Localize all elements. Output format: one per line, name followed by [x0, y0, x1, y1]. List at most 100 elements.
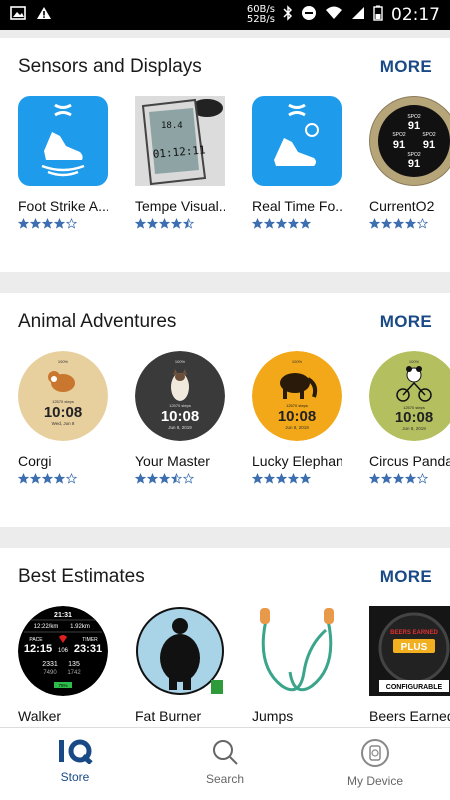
star-icon: [171, 218, 182, 229]
app-thumbnail: SPO2 91 SPO2 SPO2 91 91 SPO2 91: [369, 96, 450, 186]
star-icon: [135, 218, 146, 229]
battery-text: 100%: [409, 359, 420, 364]
star-icon: [66, 473, 77, 484]
app-name: Walker: [18, 708, 62, 724]
star-icon: [381, 218, 392, 229]
fat-burner-icon: [136, 607, 224, 695]
app-name: Corgi: [18, 453, 52, 469]
star-icon: [42, 218, 53, 229]
spo2-value: 91: [408, 120, 420, 132]
more-button[interactable]: MORE: [380, 312, 432, 332]
status-bar: 60B/s 52B/s 02:17: [0, 0, 450, 30]
app-card[interactable]: Real Time Fo...: [252, 96, 342, 229]
tab-my-device[interactable]: My Device: [300, 728, 450, 800]
walker-pace: 12:22/km: [34, 624, 59, 630]
rating-stars: [369, 473, 450, 484]
section-title: Best Estimates: [18, 566, 145, 587]
rating-stars: [369, 218, 450, 229]
star-icon: [288, 218, 299, 229]
app-name: Your Master: [135, 453, 210, 469]
app-name: Jumps: [252, 708, 294, 724]
star-icon: [183, 218, 194, 229]
star-icon: [264, 218, 275, 229]
star-icon: [393, 473, 404, 484]
app-name: Beers Earned...: [369, 708, 450, 724]
app-card[interactable]: 21:31 12:22/km 1.92km PACE TIMER 12:15 1…: [18, 606, 108, 724]
more-button[interactable]: MORE: [380, 567, 432, 587]
star-icon: [171, 473, 182, 484]
tab-store[interactable]: Store: [0, 728, 150, 800]
star-icon: [54, 218, 65, 229]
star-icon: [66, 218, 77, 229]
app-thumbnail: 18.4 01:12:11: [135, 96, 225, 186]
app-name: CurrentO2: [369, 198, 435, 214]
app-thumbnail: [135, 606, 225, 696]
tab-label: My Device: [346, 774, 403, 788]
walker-timer-value: 23:31: [74, 643, 102, 655]
beers-earned-icon: BEERS EARNED PLUS CONFIGURABLE: [369, 606, 450, 696]
star-icon: [18, 218, 29, 229]
tab-label: Search: [205, 772, 245, 786]
battery-text: 100%: [292, 359, 303, 364]
star-icon: [393, 218, 404, 229]
tab-search[interactable]: Search: [150, 728, 300, 800]
app-card[interactable]: Fat Burner: [135, 606, 225, 724]
watch-device-icon: [361, 739, 389, 767]
app-card[interactable]: 100% 12570 steps 10:08 Jun 8, 2019 Circu…: [369, 351, 450, 484]
spo2-label: SPO2: [392, 132, 406, 138]
walker-watch-face-icon: 21:31 12:22/km 1.92km PACE TIMER 12:15 1…: [18, 606, 108, 696]
more-button[interactable]: MORE: [380, 57, 432, 77]
watch-time-text: 10:08: [395, 409, 433, 426]
app-thumbnail: 21:31 12:22/km 1.92km PACE TIMER 12:15 1…: [18, 606, 108, 696]
star-icon: [405, 473, 416, 484]
star-icon: [300, 473, 311, 484]
star-icon: [18, 473, 29, 484]
beers-line1: BEERS EARNED: [390, 630, 438, 636]
star-icon: [276, 218, 287, 229]
star-icon: [252, 218, 263, 229]
app-card[interactable]: 100% 12570 steps 10:08 Wed, Jun 8 Corgi: [18, 351, 108, 484]
watch-time-text: 10:08: [161, 408, 199, 425]
network-speed: 60B/s 52B/s: [247, 5, 275, 25]
star-icon: [288, 473, 299, 484]
under-armour-shoe-icon: [41, 103, 85, 177]
star-icon: [159, 473, 170, 484]
star-icon: [369, 218, 380, 229]
spo2-watch-face-icon: SPO2 91 SPO2 SPO2 91 91 SPO2 91: [370, 97, 450, 185]
bluetooth-icon: [283, 4, 293, 26]
device-top-text: 18.4: [161, 121, 183, 131]
rating-stars: [252, 218, 342, 229]
watch-date-text: Jun 8, 2019: [168, 425, 192, 430]
app-card[interactable]: SPO2 91 SPO2 SPO2 91 91 SPO2 91 CurrentO…: [369, 96, 450, 229]
watch-date-text: Jun 8, 2019: [285, 425, 309, 430]
app-card[interactable]: 100% 12570 steps 10:08 Jun 8, 2019 Lucky…: [252, 351, 342, 484]
app-name: Real Time Fo...: [252, 198, 342, 214]
star-icon: [369, 473, 380, 484]
beers-banner: CONFIGURABLE: [386, 684, 443, 691]
watch-time-text: 10:08: [44, 404, 82, 421]
star-icon: [30, 218, 41, 229]
app-card[interactable]: Foot Strike A...: [18, 96, 108, 229]
star-icon: [183, 473, 194, 484]
app-thumbnail: [252, 606, 342, 696]
beers-line2: PLUS: [401, 642, 428, 653]
star-icon: [417, 218, 428, 229]
app-card[interactable]: 18.4 01:12:11 Tempe Visual...: [135, 96, 225, 229]
walker-stat-d: 1742: [67, 670, 81, 676]
walker-stat-a: 2331: [42, 661, 58, 668]
app-card[interactable]: Jumps: [252, 606, 342, 724]
rating-stars: [252, 473, 342, 484]
watch-date-text: Wed, Jun 8: [52, 421, 75, 426]
walker-percent: 75%: [58, 683, 67, 688]
spo2-value: 91: [408, 158, 420, 170]
star-icon: [252, 473, 263, 484]
star-icon: [147, 473, 158, 484]
rating-stars: [135, 218, 225, 229]
signal-icon: [351, 6, 365, 25]
device-photo-icon: 18.4 01:12:11: [135, 96, 225, 186]
app-card[interactable]: 100% 12570 steps 10:08 Jun 8, 2019 Your …: [135, 351, 225, 484]
walker-time: 21:31: [54, 612, 72, 619]
spo2-value: 91: [393, 139, 405, 151]
app-card[interactable]: BEERS EARNED PLUS CONFIGURABLE Beers Ear…: [369, 606, 450, 724]
walker-stat-b: 135: [68, 661, 80, 668]
